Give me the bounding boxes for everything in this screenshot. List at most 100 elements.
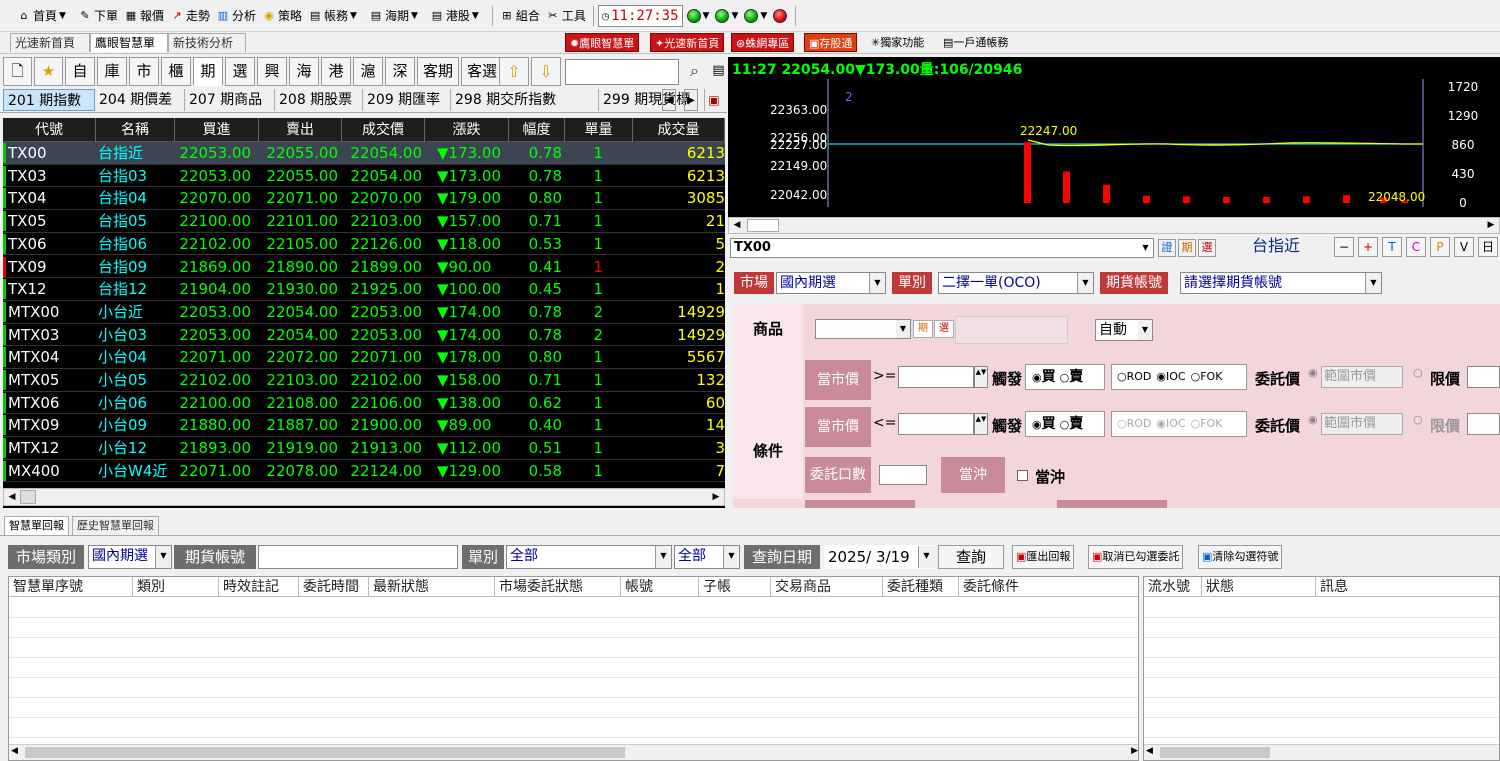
limit-radio[interactable]: ○ [1413, 413, 1423, 426]
futures-button[interactable]: 期 [1178, 239, 1196, 257]
grid-horizontal-scrollbar[interactable]: ◀ ▶ [9, 744, 1138, 760]
toolbar-icon-button[interactable]: C [1406, 237, 1426, 257]
subtab[interactable]: 208 期股票 [275, 89, 363, 111]
scroll-left-icon[interactable]: ◀ [662, 89, 676, 111]
grid-column-header[interactable]: 狀態 [1202, 577, 1316, 597]
limit-radio[interactable]: ○ [1413, 366, 1423, 379]
grid-column-header[interactable]: 委託條件 [959, 577, 1138, 597]
quote-button[interactable]: ▦ 報價 [121, 5, 167, 27]
grid-column-header[interactable]: 市場委託狀態 [495, 577, 621, 597]
quote-row[interactable]: TX04 台指04 22070.00 22071.00 22070.00 ▼179.00 0… [3, 187, 725, 211]
order-type-select[interactable]: 二擇一單(OCO) ▼ [938, 272, 1094, 294]
quote-row[interactable]: MTX04 小台04 22071.00 22072.00 22071.00 ▼178.00… [3, 346, 725, 369]
home-menu[interactable]: ⌂ 首頁 ▼ [14, 5, 75, 27]
chevron-down-icon[interactable]: ▼ [1138, 239, 1153, 257]
limit-price-input[interactable] [1467, 413, 1500, 435]
column-header[interactable]: 幅度 [509, 118, 565, 142]
quote-row[interactable]: TX03 台指03 22053.00 22055.00 22054.00 ▼173.00 0… [3, 165, 725, 188]
quote-row[interactable]: MTX05 小台05 22102.00 22103.00 22102.00 ▼158.00… [3, 369, 725, 392]
trigger-price-input[interactable] [898, 366, 974, 388]
scroll-left-icon[interactable]: ◀ [11, 746, 18, 756]
trigger-price-input[interactable] [898, 413, 974, 435]
analysis-button[interactable]: ▥ 分析 [213, 5, 259, 27]
scroll-thumb[interactable] [747, 219, 779, 232]
fok-radio[interactable]: ○ [1191, 417, 1201, 430]
tab-eagle-smart-order[interactable]: 鷹眼智慧單 [90, 33, 168, 52]
column-header[interactable]: 成交量 [633, 118, 725, 142]
range-market-select[interactable]: 範圍市價 [1321, 366, 1403, 388]
market-tab[interactable]: 選 [225, 57, 255, 86]
ioc-radio[interactable]: ◉ [1156, 417, 1166, 430]
strategy-button[interactable]: ◉ 策略 [259, 5, 305, 27]
range-radio[interactable]: ◉ [1308, 413, 1318, 426]
eagle-smart-order-button[interactable]: ✹鷹眼智慧單 [565, 33, 640, 52]
rod-radio[interactable]: ○ [1117, 370, 1127, 383]
sell-radio[interactable]: ○ [1060, 371, 1070, 384]
chart-scrollbar[interactable]: ◀ ▶ [728, 217, 1500, 234]
market-tab[interactable]: 興 [257, 57, 287, 86]
spider-web-button[interactable]: ⊛蛛網專區 [731, 33, 795, 52]
market-tab[interactable]: 深 [385, 57, 415, 86]
subtab[interactable]: 298 期交所指數 [451, 89, 599, 111]
smart-order-grid[interactable]: 智慧單序號 類別 時效註記 委託時間 最新狀態 市場委託狀態 帳號 子帳 交易商品 委託種類 委託條… [8, 576, 1139, 761]
range-radio[interactable]: ◉ [1308, 366, 1318, 379]
fok-radio[interactable]: ○ [1191, 370, 1201, 383]
futures-account-select[interactable] [258, 545, 458, 569]
status-select[interactable]: 全部 ▼ [674, 545, 740, 569]
options-button[interactable]: 選 [1198, 239, 1216, 257]
grid-column-header[interactable]: 委託時間 [299, 577, 369, 597]
clipboard-icon[interactable]: ▤ [710, 57, 727, 86]
rod-radio[interactable]: ○ [1117, 417, 1127, 430]
toolbar-icon-button[interactable]: T [1382, 237, 1402, 257]
stepper[interactable]: ▲▼ [974, 366, 988, 388]
ioc-radio[interactable]: ◉ [1156, 370, 1166, 383]
account-menu[interactable]: ▤ 帳務 ▼ [305, 5, 366, 27]
grid-column-header[interactable]: 智慧單序號 [9, 577, 133, 597]
qty-input[interactable] [879, 465, 927, 485]
quote-row[interactable]: TX06 台指06 22102.00 22105.00 22126.00 ▼118.00 0… [3, 233, 725, 256]
column-header[interactable]: 買進 [175, 118, 259, 142]
subtab[interactable]: 201 期指數 [3, 89, 95, 111]
subtab[interactable]: 207 期商品 [185, 89, 275, 111]
sell-radio[interactable]: ○ [1060, 418, 1070, 431]
scroll-right-icon[interactable]: ▶ [1483, 218, 1499, 233]
daytrade-checkbox[interactable] [1017, 470, 1028, 481]
market-tab[interactable]: 客期 [417, 57, 459, 86]
grid-column-header[interactable]: 子帳 [699, 577, 771, 597]
stock-saving-button[interactable]: ▣存股通 [804, 33, 858, 52]
subtab[interactable]: 209 期匯率 [363, 89, 451, 111]
grid-column-header[interactable]: 交易商品 [771, 577, 883, 597]
stock-button[interactable]: 證 [1158, 239, 1176, 257]
grid-column-header[interactable]: 時效註記 [219, 577, 299, 597]
column-header[interactable]: 單量 [565, 118, 633, 142]
limit-price-input[interactable] [1467, 366, 1500, 388]
market-tab[interactable]: 市 [129, 57, 159, 86]
quote-row[interactable]: TX05 台指05 22100.00 22101.00 22103.00 ▼157.00 0… [3, 210, 725, 233]
trend-button[interactable]: ↗ 走勢 [167, 5, 213, 27]
overseas-futures-menu[interactable]: ▤ 海期 ▼ [366, 5, 427, 27]
cancel-checked-button[interactable]: ▣取消已勾選委託 [1088, 545, 1184, 569]
market-tab[interactable]: 櫃 [161, 57, 191, 86]
market-type-select[interactable]: 國內期選 ▼ [88, 545, 172, 569]
hk-stock-menu[interactable]: ▤ 港股 ▼ [427, 5, 488, 27]
chevron-down-icon[interactable]: ▼ [760, 11, 767, 21]
quote-row[interactable]: MTX03 小台03 22053.00 22054.00 22053.00 ▼174.00… [3, 324, 725, 347]
grid-column-header[interactable]: 最新狀態 [369, 577, 495, 597]
scroll-left-icon[interactable]: ◀ [4, 489, 20, 505]
search-icon[interactable]: ⌕ [681, 57, 708, 86]
export-report-button[interactable]: ▣匯出回報 [1012, 545, 1075, 569]
search-input[interactable] [565, 59, 679, 85]
range-market-select[interactable]: 範圍市價 [1321, 413, 1403, 435]
market-select[interactable]: 國內期選 ▼ [776, 272, 886, 294]
grid-column-header[interactable]: 流水號 [1144, 577, 1202, 597]
scroll-thumb[interactable] [25, 747, 625, 758]
clear-checked-button[interactable]: ▣清除勾選符號 [1198, 545, 1283, 569]
quote-row[interactable]: TX12 台指12 21904.00 21930.00 21925.00 ▼100.00 0… [3, 278, 725, 301]
column-header[interactable]: 代號 [3, 118, 96, 142]
tools-button[interactable]: ✂ 工具 [543, 5, 589, 27]
toolbar-icon-button[interactable]: + [1358, 237, 1378, 257]
quote-row[interactable]: MTX06 小台06 22100.00 22108.00 22106.00 ▼138.00… [3, 392, 725, 415]
quote-row[interactable]: MTX00 小台近 22053.00 22054.00 22053.00 ▼174.00 0… [3, 301, 725, 324]
subtab[interactable]: 204 期價差 [95, 89, 185, 111]
order-button[interactable]: ✎ 下單 [75, 5, 121, 27]
